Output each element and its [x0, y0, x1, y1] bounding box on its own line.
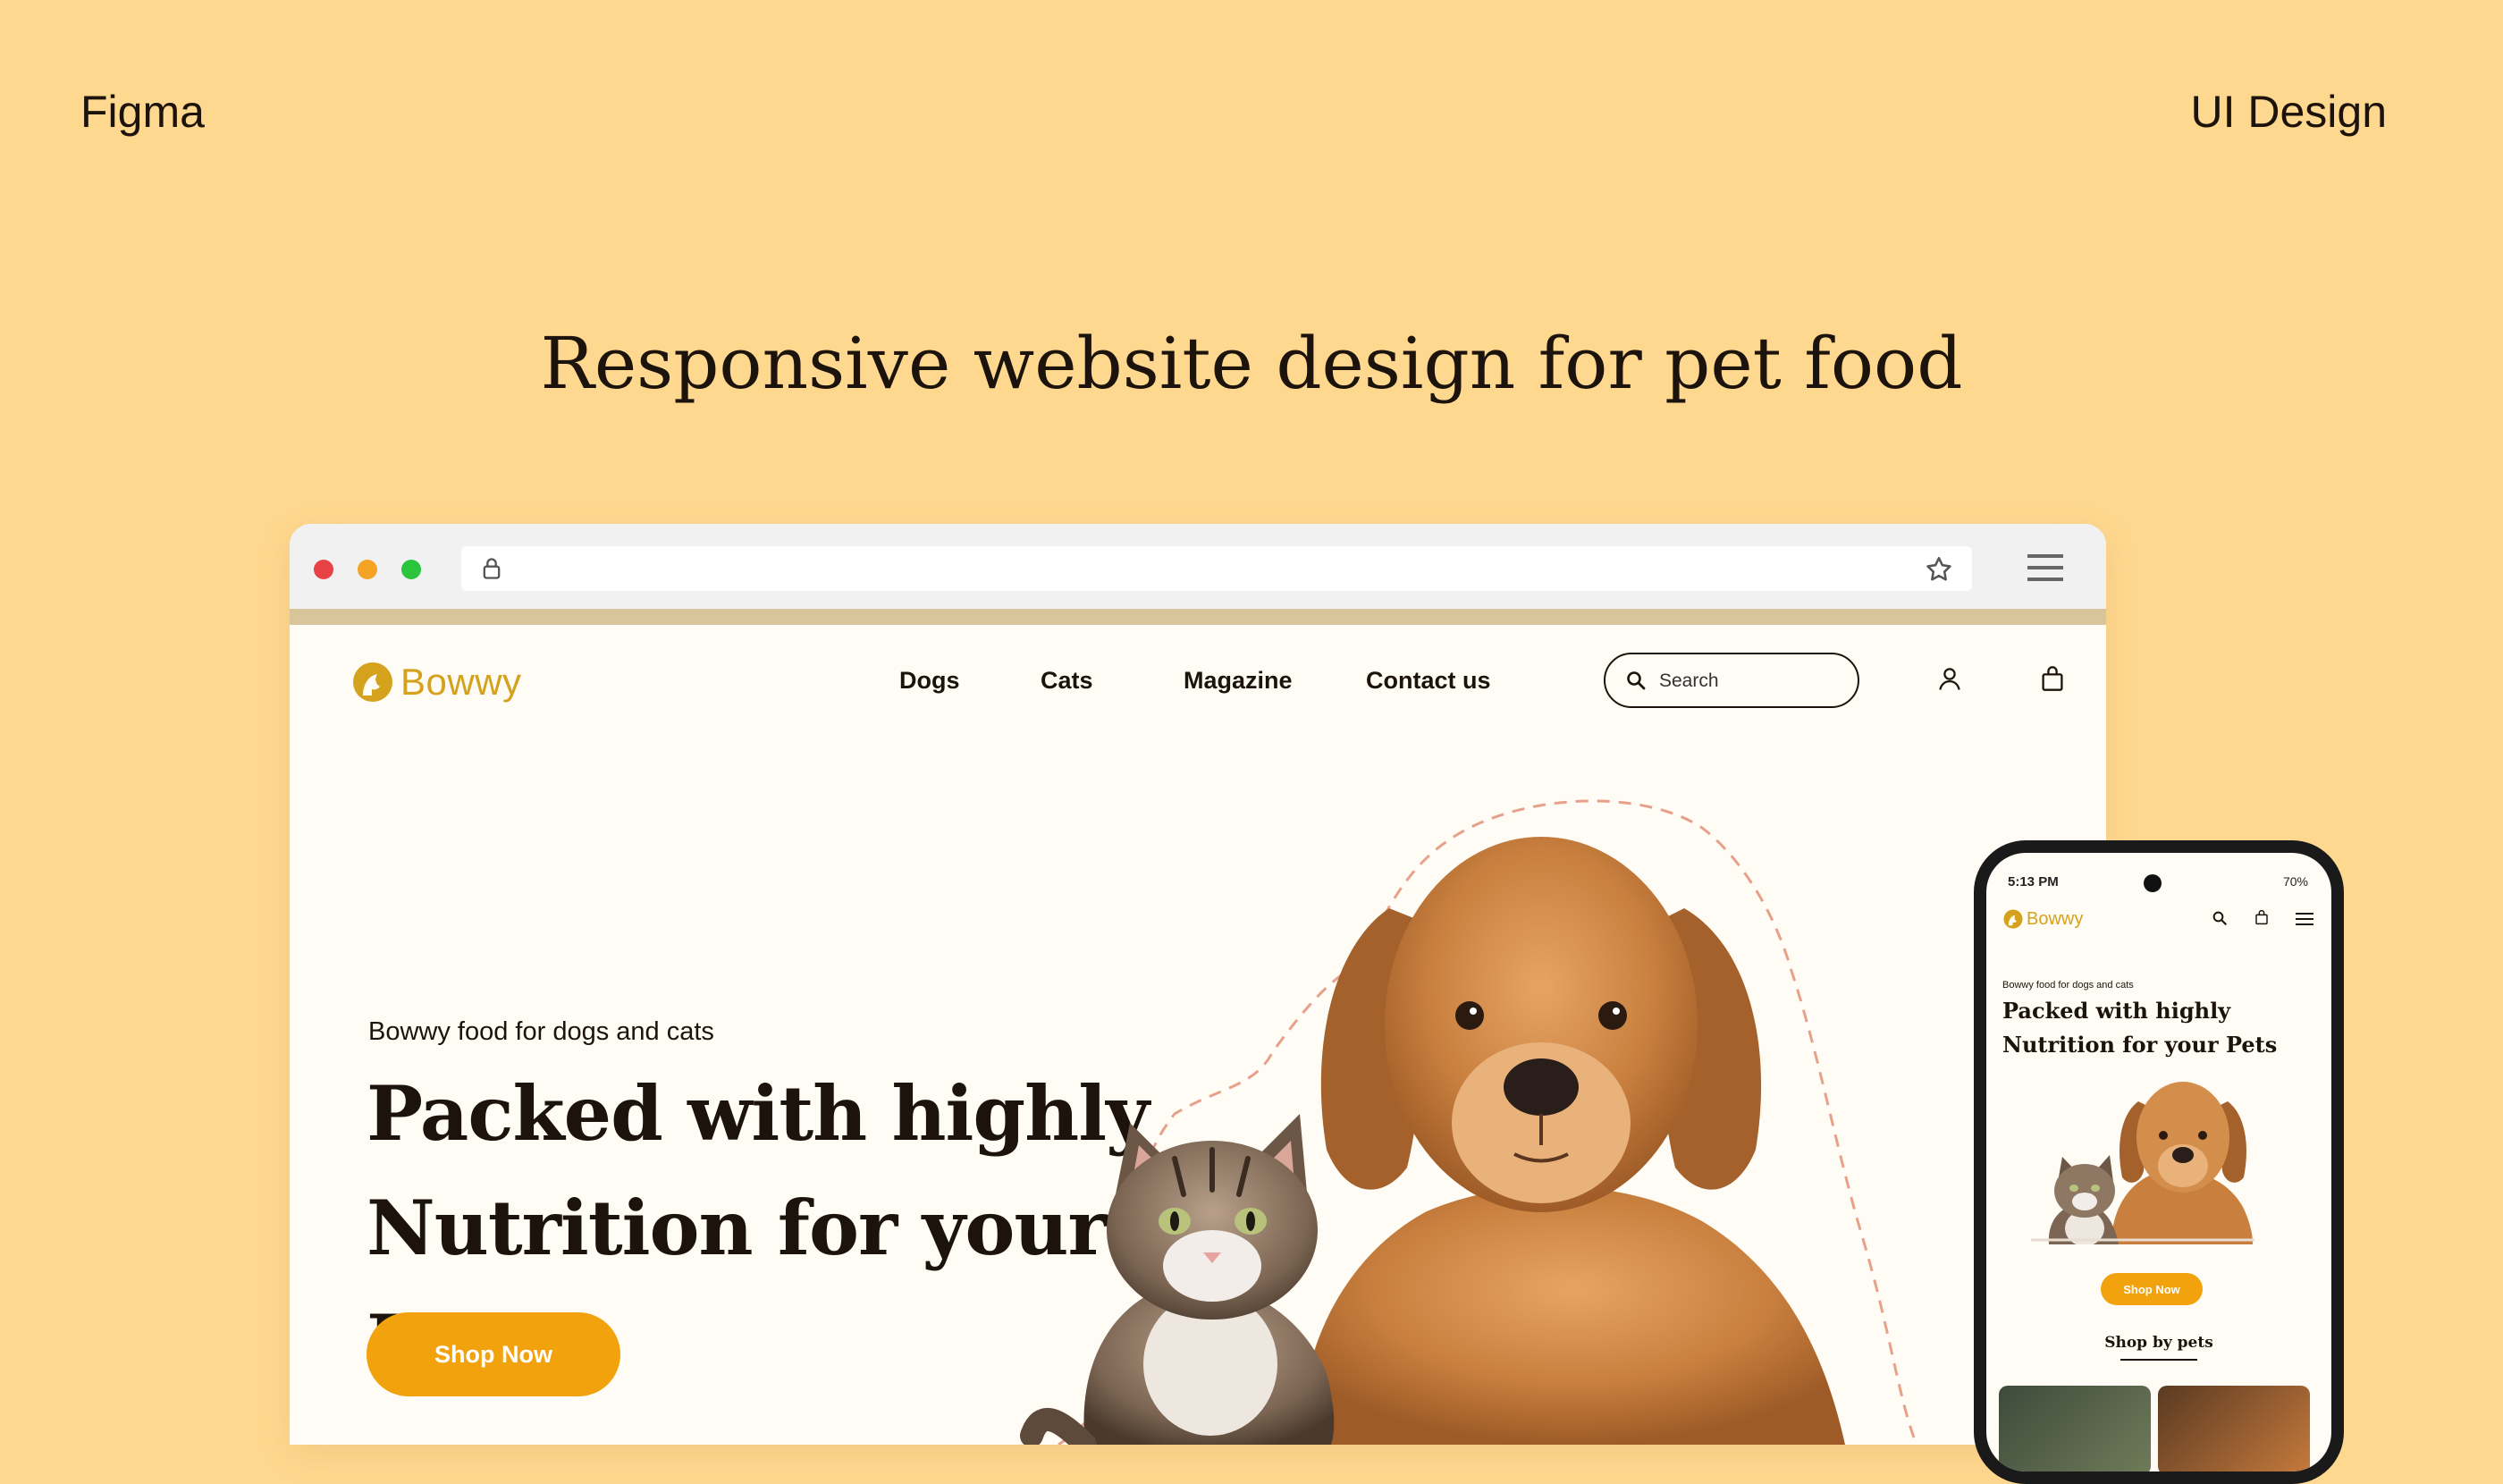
phone-screen: 5:13 PM 70% Bowwy Bowwy food for dogs an… [1986, 853, 2331, 1471]
phone-mockup: 5:13 PM 70% Bowwy Bowwy food for dogs an… [1974, 840, 2344, 1484]
brand-mark-icon [353, 662, 392, 702]
mobile-hero-eyebrow: Bowwy food for dogs and cats [2002, 980, 2134, 991]
shop-now-button[interactable]: Shop Now [367, 1312, 620, 1396]
browser-window: Bowwy Dogs Cats Magazine Contact us Boww… [290, 524, 2106, 1445]
pet-category-card-cats[interactable] [2158, 1386, 2310, 1471]
browser-toolbar [290, 524, 2106, 625]
minimize-window-dot[interactable] [358, 560, 377, 579]
nav-link-contact[interactable]: Contact us [1366, 667, 1491, 695]
search-box[interactable] [1604, 653, 1859, 708]
nav-link-cats[interactable]: Cats [1041, 667, 1093, 695]
label-figma: Figma [80, 87, 205, 137]
page-headline: Responsive website design for pet food [540, 322, 1963, 405]
mobile-hero-title-line-1: Packed with highly [2002, 998, 2231, 1024]
pet-category-card-dogs[interactable] [1999, 1386, 2151, 1471]
mobile-brand-name: Bowwy [2027, 908, 2084, 929]
mobile-hero-title: Packed with highly Nutrition for your Pe… [2002, 994, 2306, 1062]
brand-name: Bowwy [400, 661, 522, 703]
lock-icon [483, 558, 501, 579]
mobile-logo[interactable]: Bowwy [2002, 908, 2083, 930]
shop-by-pets-heading: Shop by pets [2104, 1334, 2213, 1352]
mobile-pets-image [2031, 1082, 2254, 1244]
brand-mark-icon [2003, 909, 2023, 929]
search-icon[interactable] [2212, 910, 2228, 926]
section-underline [2120, 1359, 2197, 1361]
site-logo[interactable]: Bowwy [350, 660, 522, 704]
mobile-shop-now-button[interactable]: Shop Now [2101, 1273, 2203, 1305]
mobile-hero-title-line-2: Nutrition for your Pets [2002, 1032, 2278, 1058]
user-icon[interactable] [1936, 665, 1963, 692]
menu-icon[interactable] [2027, 552, 2063, 583]
close-window-dot[interactable] [314, 560, 333, 579]
label-ui-design: UI Design [2190, 87, 2387, 137]
status-time: 5:13 PM [2008, 874, 2059, 890]
search-input[interactable] [1657, 663, 1840, 699]
nav-link-dogs[interactable]: Dogs [899, 667, 960, 695]
front-camera [2144, 874, 2162, 892]
menu-icon[interactable] [2296, 912, 2313, 926]
maximize-window-dot[interactable] [401, 560, 421, 579]
star-icon[interactable] [1924, 554, 1954, 585]
bag-icon[interactable] [2254, 908, 2269, 926]
hero-eyebrow: Bowwy food for dogs and cats [368, 1017, 714, 1046]
nav-link-magazine[interactable]: Magazine [1184, 667, 1293, 695]
bag-icon[interactable] [2040, 665, 2065, 692]
dog-and-cat-image [1020, 799, 1918, 1445]
address-bar[interactable] [461, 546, 1972, 591]
search-icon [1627, 671, 1646, 690]
battery-level: 70% [2282, 874, 2308, 889]
